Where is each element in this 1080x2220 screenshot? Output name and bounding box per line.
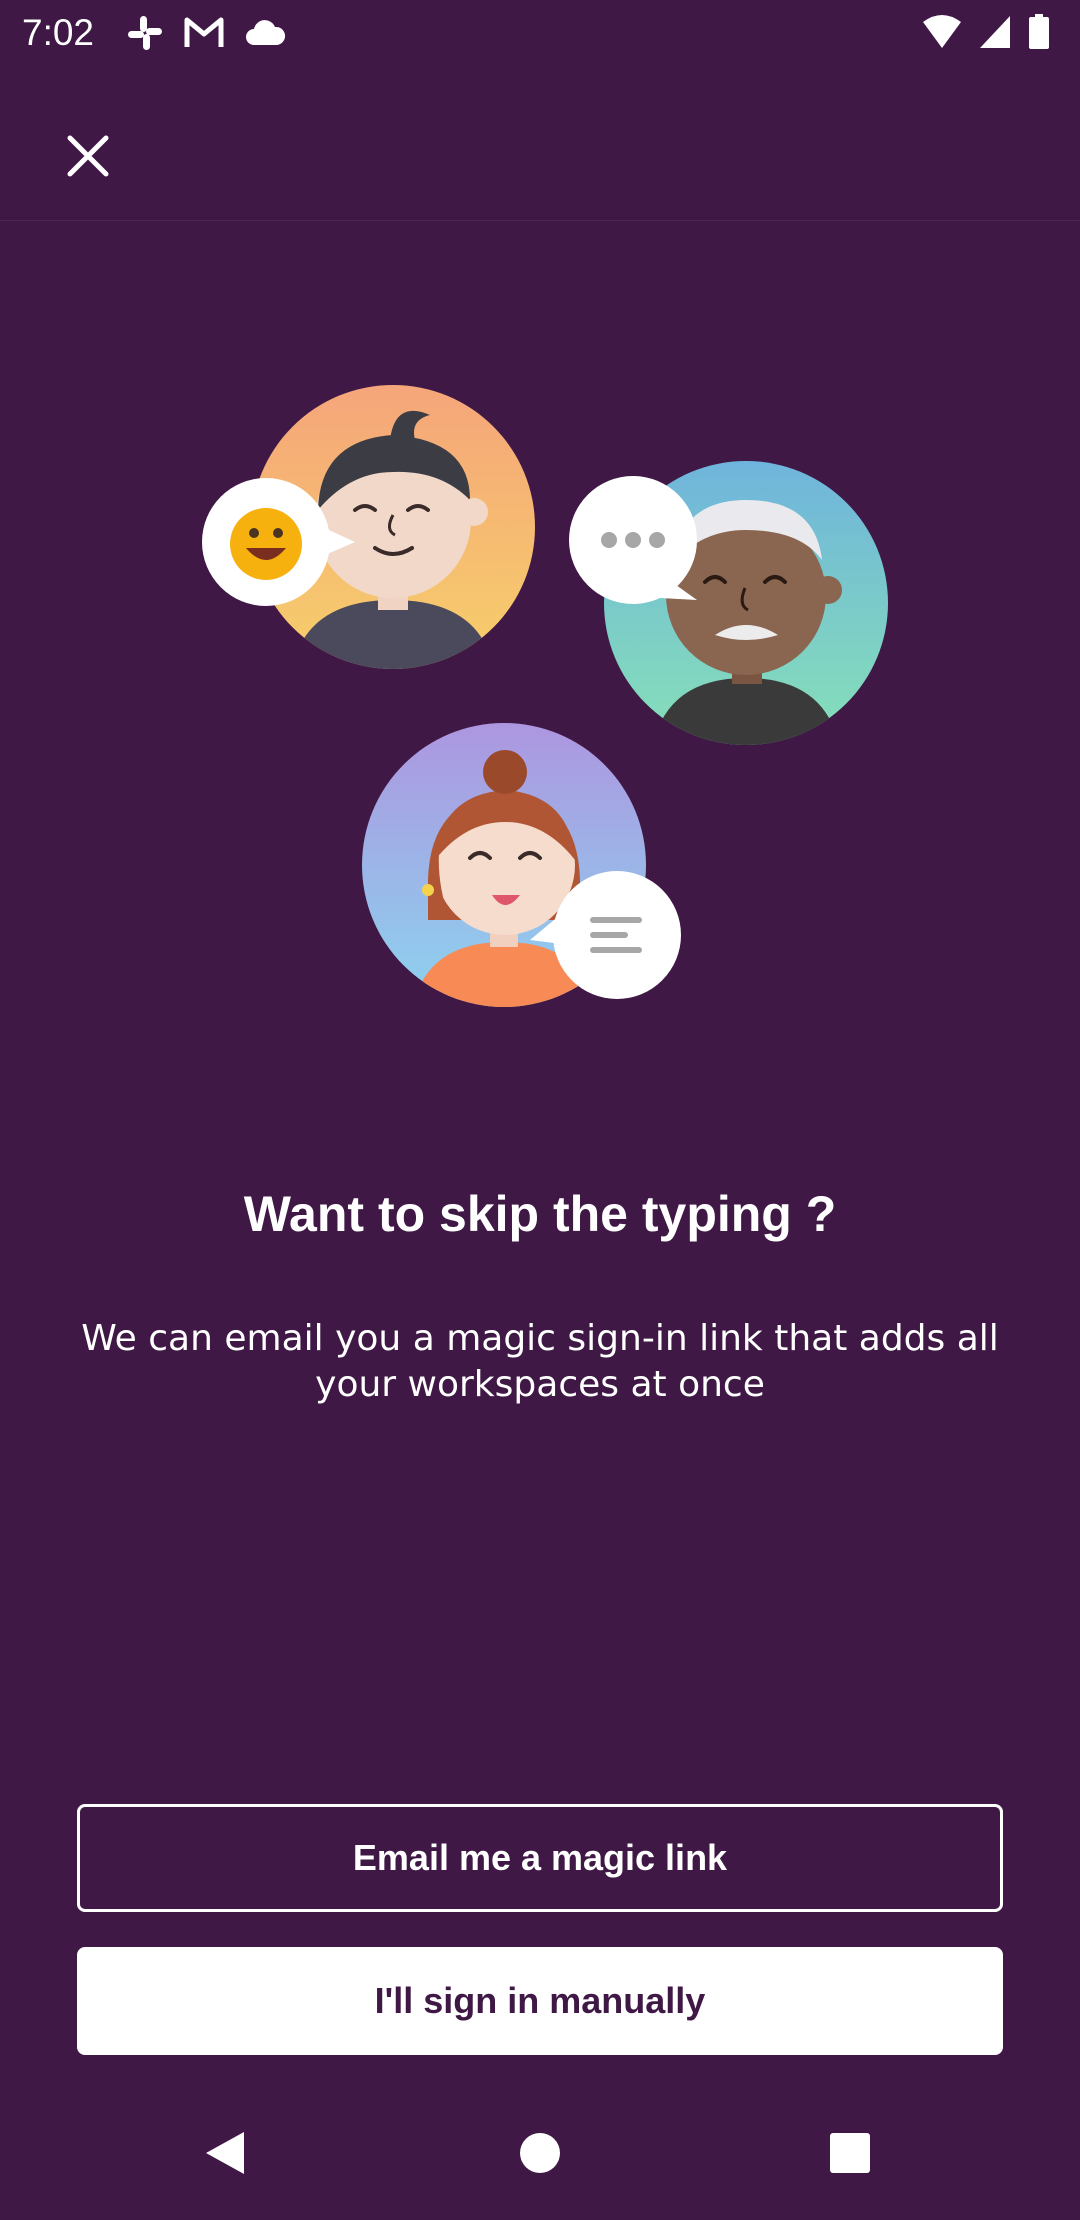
app-bar [0,66,1080,221]
status-bar: 7:02 [0,0,1080,66]
recents-icon [829,2132,871,2178]
home-icon [518,2131,562,2179]
sign-in-manually-button[interactable]: I'll sign in manually [77,1947,1003,2055]
close-button[interactable] [46,116,130,200]
gmail-icon [184,16,224,54]
email-magic-link-button[interactable]: Email me a magic link [77,1804,1003,1912]
battery-icon [1028,14,1050,54]
typing-bubble [569,476,697,604]
home-button[interactable] [495,2110,585,2200]
notification-icons [126,14,286,56]
close-icon [66,134,110,182]
people-illustration [0,360,1080,1040]
signal-icon [978,14,1012,54]
wifi-icon [922,14,962,54]
system-icons [922,14,1050,54]
status-time: 7:02 [22,12,95,53]
navigation-bar [0,2090,1080,2220]
back-icon [202,2128,248,2182]
headline: Want to skip the typing ? [243,1186,837,1242]
slack-icon [126,14,164,56]
cloud-icon [244,19,286,51]
recents-button[interactable] [805,2110,895,2200]
back-button[interactable] [180,2110,270,2200]
subtitle: We can email you a magic sign-in link th… [81,1318,999,1405]
